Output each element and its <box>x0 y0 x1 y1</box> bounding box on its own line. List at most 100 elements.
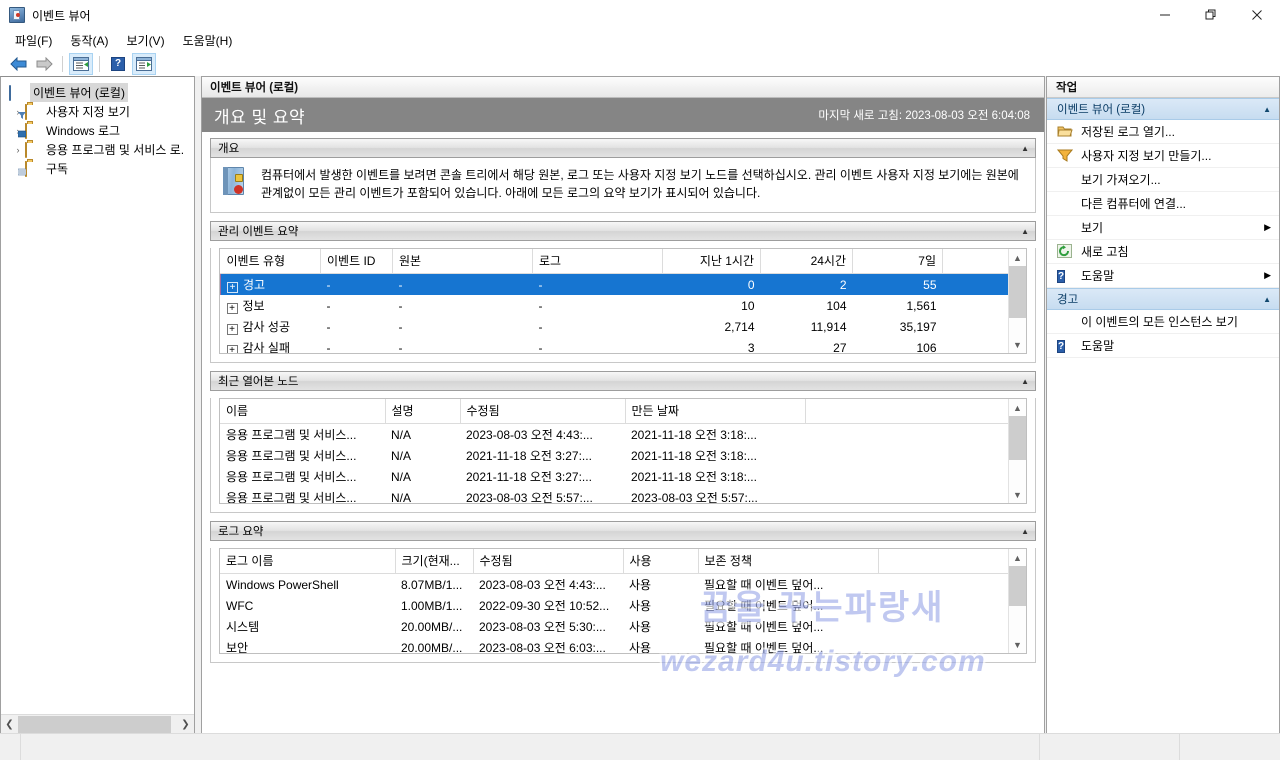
cell-log: - <box>532 273 663 295</box>
col-modified[interactable]: 수정됨 <box>460 399 626 424</box>
col-event-id[interactable]: 이벤트 ID <box>320 249 393 274</box>
menu-help[interactable]: 도움말(H) <box>174 31 242 51</box>
scroll-right-button[interactable]: ❯ <box>177 716 194 733</box>
action-view[interactable]: 보기 ▶ <box>1047 216 1279 240</box>
recent-nodes-scrollbar[interactable]: ▲ ▼ <box>1008 399 1026 503</box>
collapse-caret-icon[interactable]: ▲ <box>1263 295 1271 304</box>
col-last-hour[interactable]: 지난 1시간 <box>662 249 761 274</box>
action-help[interactable]: ? 도움말 ▶ <box>1047 264 1279 288</box>
log-summary-scrollbar[interactable]: ▲ ▼ <box>1008 549 1026 653</box>
tree-item-custom-views[interactable]: › 사용자 지정 보기 <box>5 102 194 121</box>
col-24h[interactable]: 24시간 <box>760 249 853 274</box>
col-modified[interactable]: 수정됨 <box>473 549 624 574</box>
show-hide-action-pane-button[interactable] <box>132 53 156 75</box>
scroll-left-button[interactable]: ❮ <box>1 716 18 733</box>
cell-last-hour: 10 <box>741 298 755 313</box>
scroll-thumb[interactable] <box>1009 416 1026 460</box>
table-row[interactable]: 응용 프로그램 및 서비스... N/A 2021-11-18 오전 3:27:… <box>220 466 1026 487</box>
col-enabled[interactable]: 사용 <box>623 549 699 574</box>
tree-item-windows-logs[interactable]: › Windows 로그 <box>5 121 194 140</box>
col-description[interactable]: 설명 <box>385 399 461 424</box>
action-refresh[interactable]: 새로 고침 <box>1047 240 1279 264</box>
action-import-view[interactable]: 보기 가져오기... <box>1047 168 1279 192</box>
table-row[interactable]: + 정보 - - - 10 104 1,561 <box>221 295 1026 316</box>
scroll-up-button[interactable]: ▲ <box>1009 399 1026 416</box>
col-name[interactable]: 이름 <box>220 399 386 424</box>
submenu-caret-icon[interactable]: ▶ <box>1264 222 1271 233</box>
help-button[interactable]: ? <box>106 53 130 75</box>
tree-horizontal-scrollbar[interactable]: ❮ ❯ <box>1 714 194 733</box>
tree-item-applications-and-services-logs[interactable]: › 응용 프로그램 및 서비스 로. <box>5 140 194 159</box>
action-group-warning[interactable]: 경고 ▲ <box>1047 288 1279 310</box>
chevron-right-icon[interactable]: › <box>11 145 25 155</box>
scroll-thumb[interactable] <box>1009 566 1026 606</box>
show-hide-console-tree-button[interactable] <box>69 53 93 75</box>
submenu-caret-icon[interactable]: ▶ <box>1264 270 1271 281</box>
tree-item-subscriptions[interactable]: 구독 <box>5 159 194 178</box>
collapse-caret-icon[interactable]: ▲ <box>1021 227 1029 236</box>
table-row[interactable]: 시스템 20.00MB/... 2023-08-03 오전 5:30:... 사… <box>220 616 1026 637</box>
col-log[interactable]: 로그 <box>532 249 663 274</box>
expand-icon[interactable]: + <box>226 345 238 353</box>
col-size[interactable]: 크기(현재... <box>395 549 474 574</box>
menu-file[interactable]: 파일(F) <box>6 31 61 51</box>
col-log-name[interactable]: 로그 이름 <box>220 549 396 574</box>
scroll-thumb[interactable] <box>1009 266 1026 318</box>
back-button[interactable] <box>6 53 30 75</box>
expand-icon[interactable]: + <box>226 303 238 314</box>
action-create-custom-view[interactable]: 사용자 지정 보기 만들기... <box>1047 144 1279 168</box>
forward-button[interactable] <box>32 53 56 75</box>
expand-icon[interactable]: + <box>227 282 238 293</box>
collapse-caret-icon[interactable]: ▲ <box>1263 105 1271 114</box>
filter-funnel-icon <box>1056 148 1074 164</box>
cell-24h: 2 <box>760 273 853 295</box>
scroll-up-button[interactable]: ▲ <box>1009 549 1026 566</box>
scroll-thumb[interactable] <box>18 715 171 733</box>
section-log-summary-header[interactable]: 로그 요약 ▲ <box>210 521 1036 541</box>
scroll-track[interactable] <box>18 715 177 733</box>
admin-summary-scrollbar[interactable]: ▲ ▼ <box>1008 249 1026 353</box>
table-row[interactable]: WFC 1.00MB/1... 2022-09-30 오전 10:52... 사… <box>220 595 1026 616</box>
expand-icon[interactable]: + <box>226 324 238 335</box>
table-row[interactable]: + 감사 실패 - - - 3 27 106 <box>221 337 1026 354</box>
col-source[interactable]: 원본 <box>392 249 533 274</box>
overview-row: 컴퓨터에서 발생한 이벤트를 보려면 콘솔 트리에서 해당 원본, 로그 또는 … <box>211 158 1035 212</box>
scroll-up-button[interactable]: ▲ <box>1009 249 1026 266</box>
collapse-caret-icon[interactable]: ▲ <box>1021 144 1029 153</box>
event-viewer-window: 이벤트 뷰어 파일(F) 동작(A) 보기(V) 도움말(H) ? 이벤트 뷰어… <box>0 0 1280 760</box>
col-created[interactable]: 만든 날짜 <box>625 399 806 424</box>
minimize-button[interactable] <box>1142 0 1188 30</box>
table-row[interactable]: 응용 프로그램 및 서비스... N/A 2023-08-03 오전 5:57:… <box>220 487 1026 504</box>
action-group-event-viewer-local[interactable]: 이벤트 뷰어 (로컬) ▲ <box>1047 98 1279 120</box>
action-view-all-instances-of-this-event[interactable]: 이 이벤트의 모든 인스턴스 보기 <box>1047 310 1279 334</box>
scroll-down-button[interactable]: ▼ <box>1009 336 1026 353</box>
table-row[interactable]: 보안 20.00MB/... 2023-08-03 오전 6:03:... 사용… <box>220 637 1026 654</box>
table-row[interactable]: 응용 프로그램 및 서비스... N/A 2021-11-18 오전 3:27:… <box>220 445 1026 466</box>
table-row[interactable]: + 경고 - - - 0 2 55 <box>220 273 1026 295</box>
col-event-type[interactable]: 이벤트 유형 <box>220 249 321 274</box>
cell-24h: 27 <box>833 340 847 354</box>
action-open-saved-log[interactable]: 저장된 로그 열기... <box>1047 120 1279 144</box>
action-connect-to-another-computer[interactable]: 다른 컴퓨터에 연결... <box>1047 192 1279 216</box>
collapse-caret-icon[interactable]: ▲ <box>1021 527 1029 536</box>
table-row[interactable]: + 감사 성공 - - - 2,714 11,914 35,197 <box>221 316 1026 337</box>
section-overview-header[interactable]: 개요 ▲ <box>210 138 1036 158</box>
action-help-warning[interactable]: ? 도움말 <box>1047 334 1279 358</box>
section-admin-summary-header[interactable]: 관리 이벤트 요약 ▲ <box>210 221 1036 241</box>
maximize-button[interactable] <box>1188 0 1234 30</box>
menu-view[interactable]: 보기(V) <box>117 31 173 51</box>
col-retention[interactable]: 보존 정책 <box>698 549 879 574</box>
collapse-caret-icon[interactable]: ▲ <box>1021 377 1029 386</box>
scroll-down-button[interactable]: ▼ <box>1009 636 1026 653</box>
table-row[interactable]: Windows PowerShell 8.07MB/1... 2023-08-0… <box>220 574 1026 596</box>
event-book-icon <box>221 166 249 200</box>
close-button[interactable] <box>1234 0 1280 30</box>
col-7d[interactable]: 7일 <box>852 249 943 274</box>
tree-item-event-viewer-local[interactable]: 이벤트 뷰어 (로컬) <box>5 83 194 102</box>
scroll-down-button[interactable]: ▼ <box>1009 486 1026 503</box>
status-segment-4 <box>1180 734 1280 760</box>
toolbar-separator <box>62 56 63 72</box>
section-recent-nodes-header[interactable]: 최근 열어본 노드 ▲ <box>210 371 1036 391</box>
table-row[interactable]: 응용 프로그램 및 서비스... N/A 2023-08-03 오전 4:43:… <box>220 424 1026 446</box>
menu-action[interactable]: 동작(A) <box>61 31 117 51</box>
